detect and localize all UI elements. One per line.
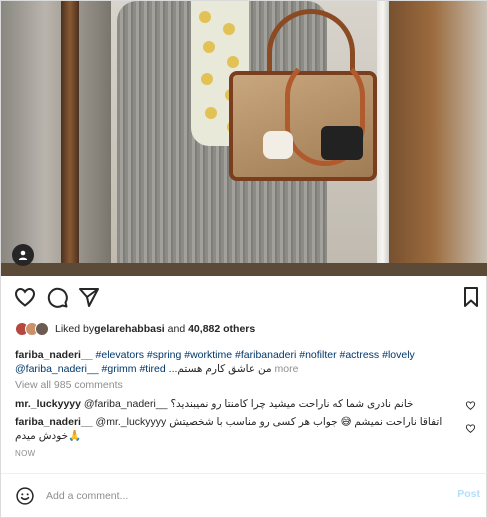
post-timestamp: NOW bbox=[15, 449, 36, 458]
caption-persian-text: من عاشق کارم هستم... bbox=[168, 363, 272, 375]
emoji-icon[interactable] bbox=[15, 486, 35, 506]
likes-middle: and bbox=[164, 323, 189, 335]
more-link[interactable]: more bbox=[272, 363, 299, 375]
elevator-wall-left bbox=[1, 1, 111, 276]
likes-prefix: Liked by bbox=[55, 323, 95, 335]
elevator-frame-left bbox=[61, 1, 79, 276]
view-all-comments-link[interactable]: View all 985 comments bbox=[15, 379, 123, 391]
add-comment-bar: Post bbox=[1, 474, 487, 518]
like-button[interactable] bbox=[13, 285, 39, 311]
likes-count[interactable]: 40,882 others bbox=[188, 323, 255, 335]
elevator-floor bbox=[1, 263, 487, 276]
post-card: Liked by gelarehabbasi and 40,882 others… bbox=[0, 0, 487, 518]
comment-username[interactable]: mr._luckyyyy bbox=[15, 398, 81, 410]
comment-like-heart-icon[interactable] bbox=[465, 400, 476, 411]
comment-like-heart-icon[interactable] bbox=[465, 423, 476, 434]
comment-text: @fariba_naderi__ خانم نادری شما که ناراح… bbox=[80, 398, 414, 410]
tagged-users-button[interactable] bbox=[12, 244, 34, 266]
heart-icon bbox=[14, 287, 36, 307]
send-icon bbox=[79, 288, 99, 307]
comment-item: mr._luckyyyy @fariba_naderi__ خانم نادری… bbox=[15, 397, 455, 411]
post-comment-button[interactable]: Post bbox=[457, 488, 480, 500]
share-button[interactable] bbox=[77, 285, 103, 311]
comment-item: fariba_naderi__ @mr._luckyyyy اتفاقا نار… bbox=[15, 415, 455, 443]
post-caption: fariba_naderi__ #elevators #spring #work… bbox=[15, 348, 455, 376]
liker-username[interactable]: gelarehabbasi bbox=[94, 323, 165, 335]
caption-username[interactable]: fariba_naderi__ bbox=[15, 349, 93, 361]
comment-icon bbox=[47, 287, 68, 308]
liker-avatars[interactable] bbox=[15, 322, 49, 336]
avatar[interactable] bbox=[35, 322, 49, 336]
elevator-frame-right bbox=[377, 1, 389, 276]
user-icon bbox=[18, 250, 28, 260]
comment-username[interactable]: fariba_naderi__ bbox=[15, 416, 93, 428]
comment-button[interactable] bbox=[45, 285, 71, 311]
bag-patch bbox=[321, 126, 363, 160]
likes-summary: Liked by gelarehabbasi and 40,882 others bbox=[15, 321, 255, 337]
post-image[interactable] bbox=[1, 1, 487, 276]
action-bar bbox=[1, 285, 487, 313]
bookmark-icon bbox=[464, 287, 478, 307]
elevator-wall-right bbox=[378, 1, 487, 276]
comment-input[interactable] bbox=[46, 484, 426, 508]
bag-charm bbox=[263, 131, 293, 159]
save-button[interactable] bbox=[459, 285, 485, 311]
